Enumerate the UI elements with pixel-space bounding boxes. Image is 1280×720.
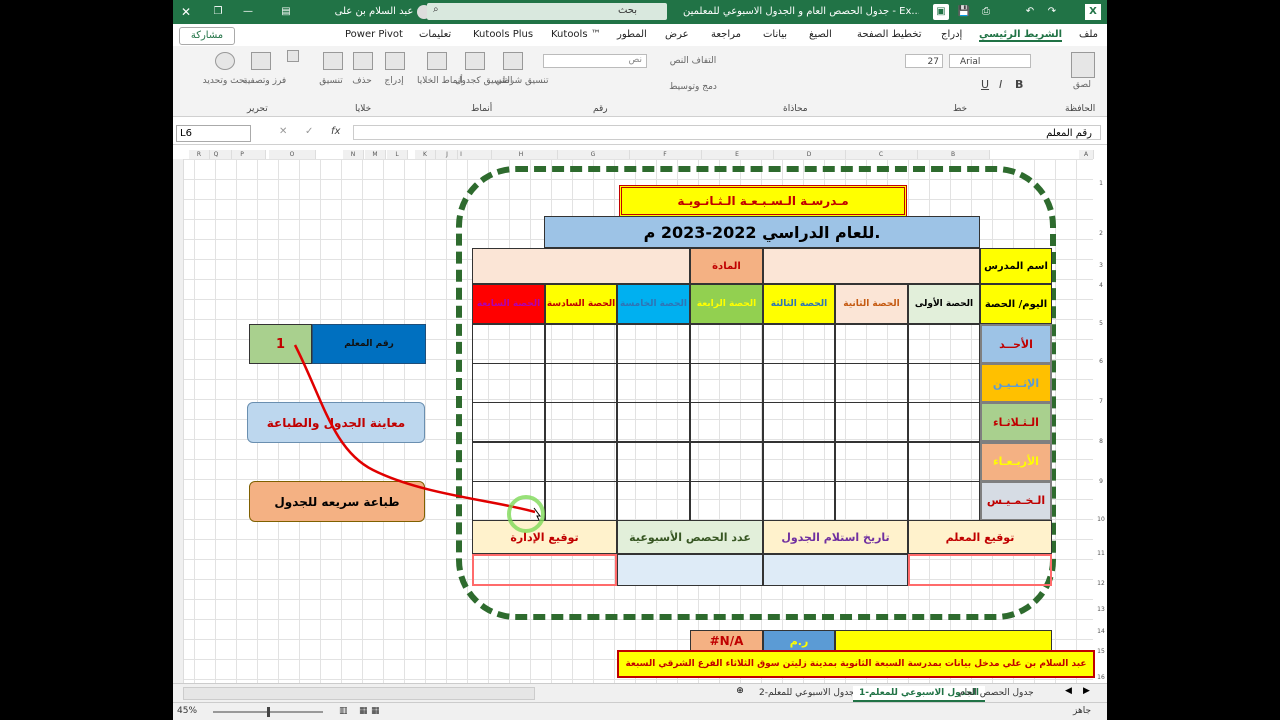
group-styles: أنماط [471,104,493,114]
cell-styles-icon[interactable] [427,52,447,70]
tab-view[interactable]: عرض [665,29,689,40]
ribbon: بحث وتحديد فرز وتصفية تنسيق حذف إدراج أن… [173,46,1107,117]
search-label: بحث [617,5,637,16]
table-format-icon[interactable] [465,52,485,70]
table-format-button[interactable]: التنسيق كجدول [455,76,513,86]
zoom-thumb[interactable] [267,707,270,717]
group-number: رقم [593,104,608,114]
tab-help[interactable]: تعليمات [419,29,451,40]
tab-insert[interactable]: إدراج [941,29,962,40]
underline-icon[interactable]: U [981,78,989,91]
tab-general[interactable]: جدول الحصص العام [959,686,1034,700]
redo-icon[interactable]: ↷ [1045,4,1059,20]
wrap-text-button[interactable]: التفاف النص [663,56,723,66]
bold-icon[interactable]: B [1015,78,1023,91]
ready-status: جاهز [1073,706,1092,716]
add-sheet-icon[interactable]: ⊕ [733,686,747,696]
tab-teacher-2[interactable]: الجدول الاسبوعي للمعلم-2 [759,686,860,700]
find-select-button[interactable]: بحث وتحديد [201,76,249,86]
delete-icon[interactable] [353,52,373,70]
vertical-scrollbar[interactable] [173,159,184,683]
tab-data[interactable]: بيانات [763,29,787,40]
normal-view-icon[interactable]: ▦ [371,706,380,716]
worksheet[interactable]: ABCDEFGHIJKLMNOPQR 1 2 3 4 5 6 7 8 9 10 … [173,150,1107,683]
italic-icon[interactable]: I [999,78,1002,91]
close-window-button[interactable]: ✕ [179,4,193,20]
ribbon-display-icon[interactable]: ▤ [279,4,293,20]
page-break-view-icon[interactable]: ▦ [359,706,368,716]
title-bar: ✕ ❐ — ▤ عبد السلام بن على ⌕ بحث جدول الح… [173,0,1107,24]
autosum-icon[interactable] [287,50,299,62]
group-font: خط [953,104,968,114]
cancel-icon[interactable]: ✕ [279,126,287,137]
group-cells: خلايا [355,104,372,114]
cell-styles-button[interactable]: أنماط الخلايا [417,76,463,86]
tab-kutools[interactable]: Kutools ™ [551,29,601,40]
formula-input[interactable]: رقم المعلم [353,125,1101,140]
tab-page-layout[interactable]: تخطيط الصفحة [857,29,922,40]
status-bar: 45% ▥ ▦ ▦ جاهز [173,702,1107,720]
sheet-tab-bar: ⊕ الجدول الاسبوعي للمعلم-2 الجدول الاسبو… [173,683,1107,702]
cond-format-button[interactable]: تنسيق شرطي [495,76,549,86]
sort-icon[interactable] [251,52,271,70]
excel-window: ✕ ❐ — ▤ عبد السلام بن على ⌕ بحث جدول الح… [173,0,1107,720]
user-name: عبد السلام بن على [334,6,414,17]
group-alignment: محاذاة [783,104,808,114]
undo-icon[interactable]: ↶ [1023,4,1037,20]
name-box[interactable]: L6 [176,125,251,142]
window-title: جدول الحصص العام و الجدول الاسبوعي للمعل… [683,6,919,17]
font-name-select[interactable]: Arial [949,54,1031,68]
tab-formulas[interactable]: الصيغ [809,29,832,40]
page-layout-view-icon[interactable]: ▥ [339,706,348,716]
format-icon[interactable] [323,52,343,70]
tab-home[interactable]: الشريط الرئيسي [979,29,1063,42]
search-icon: ⌕ [433,4,439,15]
share-button[interactable]: مشاركة [179,27,235,45]
number-format-select[interactable]: نص [543,54,647,68]
delete-button[interactable]: حذف [347,76,377,86]
cond-format-icon[interactable] [503,52,523,70]
group-editing: تحرير [247,104,268,114]
mouse-cursor-icon [533,507,541,521]
save-icon[interactable]: 💾 [957,4,971,20]
tab-review[interactable]: مراجعة [711,29,741,40]
menu-bar: مشاركة Power Pivot تعليمات Kutools Plus … [173,24,1107,46]
sort-filter-button[interactable]: فرز وتصفية [243,76,286,86]
autosave-icon[interactable]: ▣ [933,4,949,20]
prev-sheet-icon[interactable]: ◀ [1065,686,1072,696]
tab-file[interactable]: ملف [1079,29,1098,40]
horizontal-scrollbar[interactable] [183,687,535,700]
paste-button[interactable]: لصق [1069,80,1095,90]
format-button[interactable]: تنسيق [313,76,349,86]
next-sheet-icon[interactable]: ▶ [1083,686,1090,696]
merge-center-button[interactable]: دمج وتوسيط [663,82,723,92]
zoom-level[interactable]: 45% [177,706,197,716]
tab-kutools-plus[interactable]: Kutools Plus [473,29,533,40]
enter-icon[interactable]: ✓ [305,126,313,137]
tab-developer[interactable]: المطور [617,29,647,40]
tab-power-pivot[interactable]: Power Pivot [345,29,403,40]
annotation-arrow [293,344,545,533]
search-box[interactable]: ⌕ بحث [427,3,667,20]
group-clipboard: الحافظة [1065,104,1096,114]
excel-logo-icon: X [1085,4,1101,20]
find-icon[interactable] [215,52,235,70]
paste-icon[interactable] [1071,52,1095,78]
insert-icon[interactable] [385,52,405,70]
restore-window-button[interactable]: ❐ [211,4,225,20]
insert-button[interactable]: إدراج [377,76,411,86]
fx-icon[interactable]: fx [331,126,340,137]
font-size-select[interactable]: 27 [905,54,943,68]
print-icon[interactable]: ⎙ [979,4,993,20]
formula-bar: L6 ✕ ✓ fx رقم المعلم [173,122,1107,145]
minimize-window-button[interactable]: — [241,4,255,20]
